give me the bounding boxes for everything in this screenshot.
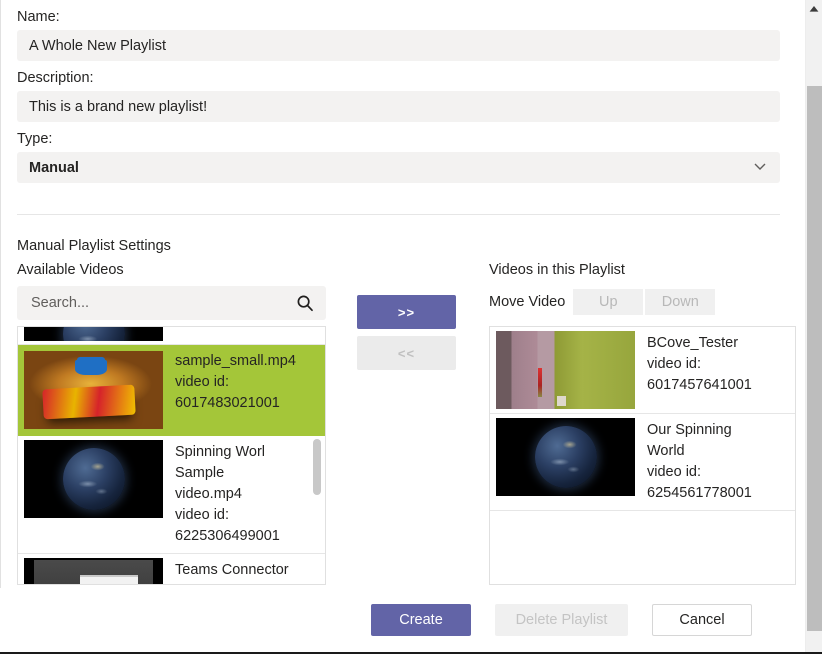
cancel-button[interactable]: Cancel xyxy=(652,604,752,636)
video-id-label: video id: xyxy=(175,374,230,390)
name-field-value: A Whole New Playlist xyxy=(29,37,166,54)
video-thumbnail xyxy=(24,558,163,584)
video-id: 6225306499001 xyxy=(175,528,280,544)
description-field-value: This is a brand new playlist! xyxy=(29,98,208,115)
move-up-button[interactable]: Up xyxy=(573,289,644,315)
video-title: BCove_Tester xyxy=(647,335,739,351)
video-id: 6017457641001 xyxy=(647,377,752,393)
scrollbar-thumb[interactable] xyxy=(807,86,822,631)
dialog-content: Name: A Whole New Playlist Description: … xyxy=(1,0,805,652)
transfer-area: Available Videos Search... sample_small.… xyxy=(1,260,805,590)
name-label: Name: xyxy=(17,9,60,25)
scroll-up-icon[interactable] xyxy=(806,0,822,17)
move-video-controls: Move Video Up Down xyxy=(489,286,796,318)
description-field[interactable]: This is a brand new playlist! xyxy=(17,91,780,122)
create-button[interactable]: Create xyxy=(371,604,471,636)
list-item[interactable]: Spinning Worl Sample video.mp4 video id:… xyxy=(18,436,325,554)
playlist-videos-list[interactable]: BCove_Tester video id: 6017457641001 Our… xyxy=(489,326,796,585)
list-item[interactable]: Our Spinning World video id: 62545617780… xyxy=(490,414,795,511)
move-video-label: Move Video xyxy=(489,294,566,310)
dialog-footer: Create Delete Playlist Cancel xyxy=(0,588,805,652)
transfer-buttons: >> << xyxy=(357,295,456,370)
video-thumbnail xyxy=(496,418,635,496)
list-item[interactable]: Teams Connector Walkthrough- xyxy=(18,554,325,584)
add-to-playlist-button[interactable]: >> xyxy=(357,295,456,329)
video-title: Teams Connector Walkthrough- xyxy=(175,562,289,584)
video-meta: Teams Connector Walkthrough- xyxy=(163,554,303,584)
window-vertical-scrollbar[interactable] xyxy=(805,0,822,654)
available-list-scrollbar-thumb[interactable] xyxy=(313,439,321,495)
available-videos-column: Available Videos Search... sample_small.… xyxy=(17,260,326,585)
video-id-label: video id: xyxy=(647,356,702,372)
video-thumbnail xyxy=(24,440,163,518)
available-videos-list[interactable]: sample_small.mp4 video id: 6017483021001… xyxy=(17,326,326,585)
video-title: Spinning Worl Sample video.mp4 xyxy=(175,444,266,502)
search-placeholder: Search... xyxy=(31,295,90,311)
video-meta: BCove_Tester video id: 6017457641001 xyxy=(635,327,758,402)
playlist-videos-title: Videos in this Playlist xyxy=(489,262,625,278)
video-title: Our Spinning World xyxy=(647,422,732,459)
video-id-label: video id: xyxy=(647,464,702,480)
list-item[interactable]: BCove_Tester video id: 6017457641001 xyxy=(490,327,795,414)
video-id-label: video id: xyxy=(175,507,230,523)
name-field[interactable]: A Whole New Playlist xyxy=(17,30,780,61)
search-input[interactable]: Search... xyxy=(17,286,326,320)
video-id: 6254561778001 xyxy=(647,485,752,501)
move-down-button[interactable]: Down xyxy=(645,289,716,315)
video-title: sample_small.mp4 xyxy=(175,353,296,369)
create-playlist-dialog: Name: A Whole New Playlist Description: … xyxy=(0,0,822,654)
video-thumbnail xyxy=(24,351,163,429)
delete-playlist-button[interactable]: Delete Playlist xyxy=(495,604,628,636)
type-select[interactable]: Manual xyxy=(17,152,780,183)
video-meta: Our Spinning World video id: 62545617780… xyxy=(635,414,765,510)
video-id: 6017483021001 xyxy=(175,395,280,411)
video-thumbnail xyxy=(24,327,163,341)
list-item[interactable] xyxy=(18,327,325,345)
type-label: Type: xyxy=(17,131,53,147)
search-icon[interactable] xyxy=(296,294,314,312)
video-meta: Spinning Worl Sample video.mp4 video id:… xyxy=(163,436,293,553)
remove-from-playlist-button[interactable]: << xyxy=(357,336,456,370)
playlist-videos-column: Videos in this Playlist Move Video Up Do… xyxy=(489,260,796,585)
video-meta xyxy=(163,327,181,339)
list-item[interactable]: sample_small.mp4 video id: 6017483021001 xyxy=(18,345,325,436)
video-meta: sample_small.mp4 video id: 6017483021001 xyxy=(163,345,302,420)
description-label: Description: xyxy=(17,70,94,86)
chevron-down-icon xyxy=(752,158,768,178)
type-select-value: Manual xyxy=(29,159,79,176)
video-thumbnail xyxy=(496,331,635,409)
manual-playlist-settings-title: Manual Playlist Settings xyxy=(17,238,171,254)
available-videos-title: Available Videos xyxy=(17,262,124,278)
